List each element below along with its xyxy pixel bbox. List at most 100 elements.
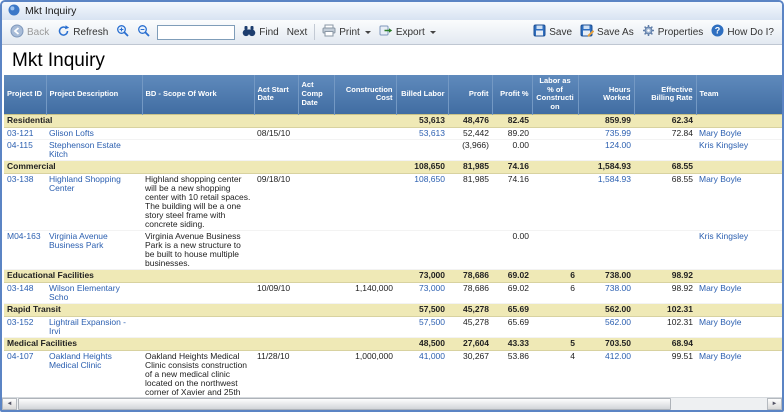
cell-desc: Glison Lofts <box>46 127 142 139</box>
team-link[interactable]: Kris Kingsley <box>699 231 748 241</box>
cell-comp <box>298 230 334 269</box>
group-total-rate: 68.55 <box>634 160 696 173</box>
id-link[interactable]: 03-152 <box>7 317 33 327</box>
column-header-team[interactable]: Team <box>696 75 782 114</box>
hours-link[interactable]: 124.00 <box>605 140 631 150</box>
inquiry-table: Project IDProject DescriptionBD - Scope … <box>4 75 782 397</box>
cell-rate: 102.31 <box>634 316 696 337</box>
labor-link[interactable]: 53,613 <box>419 128 445 138</box>
id-link[interactable]: M04-163 <box>7 231 41 241</box>
id-link[interactable]: 04-115 <box>7 140 33 150</box>
group-total-hours: 1,584.93 <box>578 160 634 173</box>
properties-button[interactable]: Properties <box>638 22 708 42</box>
hours-link[interactable]: 735.99 <box>605 128 631 138</box>
desc-link[interactable]: Virginia Avenue Business Park <box>49 231 108 250</box>
print-dropdown-caret <box>365 31 371 34</box>
print-button[interactable]: Print <box>318 22 375 42</box>
id-link[interactable]: 03-138 <box>7 174 33 184</box>
cell-id: 03-152 <box>4 316 46 337</box>
desc-link[interactable]: Stephenson Estate Kitch <box>49 140 121 159</box>
window-title: Mkt Inquiry <box>25 5 76 17</box>
save-as-icon <box>580 24 594 40</box>
team-link[interactable]: Mary Boyle <box>699 174 742 184</box>
page-title: Mkt Inquiry <box>2 45 782 75</box>
find-label: Find <box>259 27 278 38</box>
team-link[interactable]: Mary Boyle <box>699 128 742 138</box>
column-header-scope[interactable]: BD - Scope Of Work <box>142 75 254 114</box>
cell-labor: 57,500 <box>396 316 448 337</box>
refresh-button[interactable]: Refresh <box>53 22 112 42</box>
app-icon <box>8 4 20 19</box>
find-button[interactable]: Find <box>238 23 282 42</box>
back-button[interactable]: Back <box>6 22 53 43</box>
column-header-desc[interactable]: Project Description <box>46 75 142 114</box>
find-input[interactable] <box>157 25 235 40</box>
cell-labor_pct: 6 <box>532 282 578 303</box>
labor-link[interactable]: 41,000 <box>419 351 445 361</box>
id-link[interactable]: 04-107 <box>7 351 33 361</box>
table-row: 03-121Glison Lofts08/15/1053,61352,44289… <box>4 127 782 139</box>
desc-link[interactable]: Lightrail Expansion - Irvi <box>49 317 126 336</box>
zoom-in-button[interactable] <box>112 22 133 42</box>
group-total-rate: 98.92 <box>634 269 696 282</box>
team-link[interactable]: Kris Kingsley <box>699 140 748 150</box>
group-total-hours: 703.50 <box>578 337 634 350</box>
hours-link[interactable]: 412.00 <box>605 351 631 361</box>
column-header-rate[interactable]: Effective Billing Rate <box>634 75 696 114</box>
column-header-id[interactable]: Project ID <box>4 75 46 114</box>
help-icon: ? <box>711 24 724 40</box>
cell-cost <box>334 139 396 160</box>
labor-link[interactable]: 73,000 <box>419 283 445 293</box>
hours-link[interactable]: 1,584.93 <box>598 174 631 184</box>
group-total-profit: 81,985 <box>448 160 492 173</box>
column-header-profit[interactable]: Profit <box>448 75 492 114</box>
cell-hours: 562.00 <box>578 316 634 337</box>
hours-link[interactable]: 738.00 <box>605 283 631 293</box>
column-header-cost[interactable]: Construction Cost <box>334 75 396 114</box>
help-button[interactable]: ? How Do I? <box>707 22 778 42</box>
cell-team: Kris Kingsley <box>696 139 782 160</box>
desc-link[interactable]: Wilson Elementary Scho <box>49 283 120 302</box>
group-total-labor_pct <box>532 114 578 127</box>
export-button[interactable]: Export <box>375 22 440 42</box>
cell-team: Mary Boyle <box>696 282 782 303</box>
group-label: Rapid Transit <box>4 303 396 316</box>
group-row: Rapid Transit57,50045,27865.69562.00102.… <box>4 303 782 316</box>
column-header-labor_pct[interactable]: Labor as % of Construction <box>532 75 578 114</box>
back-label: Back <box>27 27 49 38</box>
cell-id: 03-138 <box>4 173 46 230</box>
labor-link[interactable]: 57,500 <box>419 317 445 327</box>
desc-link[interactable]: Oakland Heights Medical Clinic <box>49 351 112 370</box>
team-link[interactable]: Mary Boyle <box>699 351 742 361</box>
cell-cost: 1,140,000 <box>334 282 396 303</box>
id-link[interactable]: 03-121 <box>7 128 33 138</box>
team-link[interactable]: Mary Boyle <box>699 283 742 293</box>
cell-team: Mary Boyle <box>696 350 782 397</box>
id-link[interactable]: 03-148 <box>7 283 33 293</box>
save-as-button[interactable]: Save As <box>576 22 638 42</box>
team-link[interactable]: Mary Boyle <box>699 317 742 327</box>
save-button[interactable]: Save <box>529 22 576 42</box>
column-header-labor[interactable]: Billed Labor <box>396 75 448 114</box>
cell-id: 03-148 <box>4 282 46 303</box>
cell-scope: Oakland Heights Medical Clinic consists … <box>142 350 254 397</box>
scroll-right-button[interactable]: ► <box>767 398 782 410</box>
scrollbar-thumb[interactable] <box>18 398 671 410</box>
next-button[interactable]: Next <box>283 25 312 40</box>
horizontal-scrollbar[interactable]: ◄ ► <box>2 397 782 410</box>
column-header-start[interactable]: Act Start Date <box>254 75 298 114</box>
scroll-left-button[interactable]: ◄ <box>2 398 17 410</box>
scrollbar-track[interactable] <box>17 398 767 410</box>
column-header-profit_pct[interactable]: Profit % <box>492 75 532 114</box>
desc-link[interactable]: Highland Shopping Center <box>49 174 121 193</box>
labor-link[interactable]: 108,650 <box>414 174 445 184</box>
cell-comp <box>298 127 334 139</box>
column-header-hours[interactable]: Hours Worked <box>578 75 634 114</box>
zoom-out-button[interactable] <box>133 22 154 42</box>
gear-icon <box>642 24 655 40</box>
hours-link[interactable]: 562.00 <box>605 317 631 327</box>
column-header-comp[interactable]: Act Comp Date <box>298 75 334 114</box>
cell-comp <box>298 316 334 337</box>
app-window: Mkt Inquiry Back Refresh Find Next Print <box>0 0 784 412</box>
desc-link[interactable]: Glison Lofts <box>49 128 94 138</box>
